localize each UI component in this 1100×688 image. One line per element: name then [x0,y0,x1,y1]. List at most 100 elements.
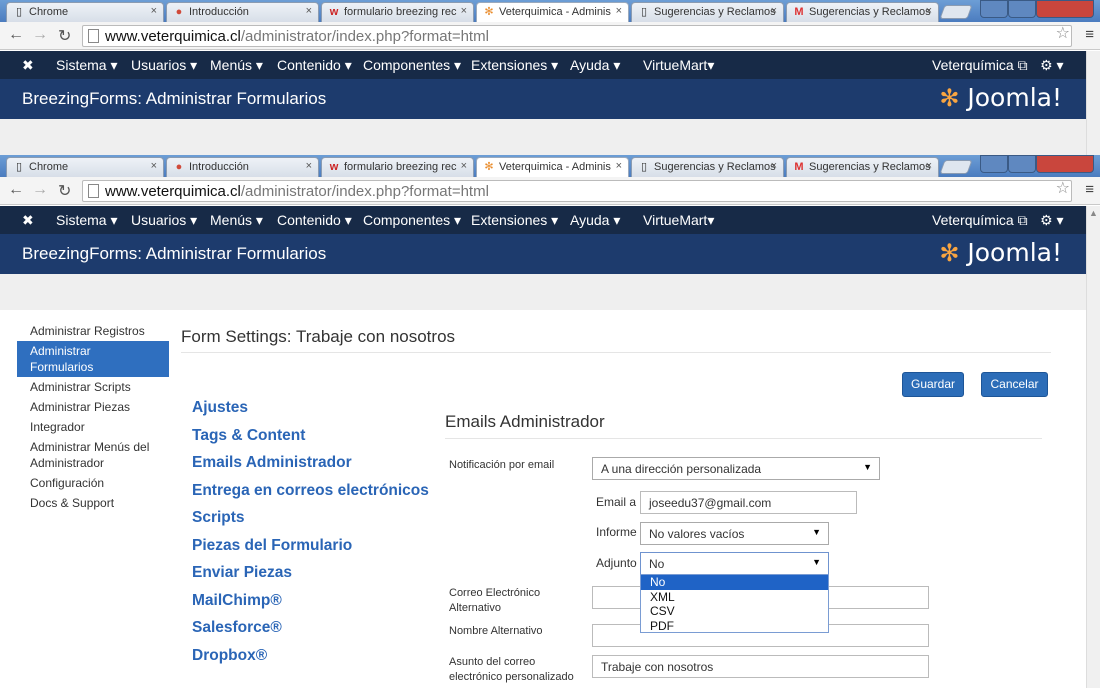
gear-icon[interactable]: ⚙ ▾ [1040,212,1063,229]
close-icon[interactable]: × [151,160,157,172]
nav-contenido[interactable]: Contenido ▾ [277,212,352,229]
close-icon[interactable]: × [306,5,312,17]
site-link[interactable]: Veterquímica ⧉ [932,212,1028,229]
attach-option-no[interactable]: No [641,575,828,590]
attach-option-pdf[interactable]: PDF [641,619,828,634]
bookmark-star-icon[interactable]: ☆ [1056,23,1070,43]
nav-extensiones[interactable]: Extensiones ▾ [471,212,558,229]
minimize-button[interactable] [980,0,1008,18]
section-salesforce[interactable]: Salesforce® [192,619,429,647]
close-icon[interactable]: × [616,5,622,17]
chrome-menu-icon[interactable]: ≡ [1085,26,1094,43]
new-tab-button[interactable] [939,160,973,174]
nav-virtuemart[interactable]: VirtueMart▾ [643,212,714,229]
reload-icon[interactable]: ↻ [58,26,71,46]
close-icon[interactable]: × [926,160,932,172]
tab-introduccion[interactable]: ● Introducción × [166,2,319,22]
scroll-up-icon[interactable]: ▲ [1089,208,1098,218]
section-scripts[interactable]: Scripts [192,509,429,537]
tab-formulario[interactable]: w formulario breezing rec × [321,157,474,177]
save-button[interactable]: Guardar [902,372,964,397]
report-select[interactable]: No valores vacíos ▼ [640,522,829,545]
tab-chrome[interactable]: ▯ Chrome × [6,2,164,22]
attach-option-csv[interactable]: CSV [641,604,828,619]
close-icon[interactable]: × [461,160,467,172]
sidebar-item-configuracion[interactable]: Configuración [17,473,169,493]
nav-contenido[interactable]: Contenido ▾ [277,57,352,74]
scrollbar[interactable] [1086,51,1100,155]
joomla-icon[interactable]: ✖ [22,57,34,74]
close-window-button[interactable] [1036,0,1094,18]
attach-select[interactable]: No ▼ [640,552,829,575]
close-icon[interactable]: × [151,5,157,17]
bookmark-star-icon[interactable]: ☆ [1056,178,1070,198]
sidebar-item-formularios[interactable]: Administrar Formularios [17,341,169,377]
attach-option-xml[interactable]: XML [641,590,828,605]
nav-menus[interactable]: Menús ▾ [210,212,263,229]
gear-icon[interactable]: ⚙ ▾ [1040,57,1063,74]
close-icon[interactable]: × [461,5,467,17]
close-window-button[interactable] [1036,155,1094,173]
close-icon[interactable]: × [306,160,312,172]
nav-ayuda[interactable]: Ayuda ▾ [570,212,620,229]
restore-button[interactable] [1008,155,1036,173]
sidebar-item-menus[interactable]: Administrar Menús del Administrador [17,437,169,473]
section-dropbox[interactable]: Dropbox® [192,647,429,675]
tab-veterquimica[interactable]: ✻ Veterquimica - Adminis × [476,2,629,22]
nav-extensiones[interactable]: Extensiones ▾ [471,57,558,74]
section-entrega[interactable]: Entrega en correos electrónicos [192,482,429,510]
cancel-button[interactable]: Cancelar [981,372,1048,397]
tab-sugerencias-1[interactable]: ▯ Sugerencias y Reclamos × [631,157,784,177]
nav-ayuda[interactable]: Ayuda ▾ [570,57,620,74]
nav-componentes[interactable]: Componentes ▾ [363,57,461,74]
close-icon[interactable]: × [771,5,777,17]
close-icon[interactable]: × [926,5,932,17]
nav-virtuemart[interactable]: VirtueMart▾ [643,57,714,74]
url-input[interactable]: www.veterquimica.cl/administrator/index.… [82,25,1072,47]
section-tags[interactable]: Tags & Content [192,427,429,455]
nav-sistema[interactable]: Sistema ▾ [56,212,118,229]
page-scrollbar[interactable]: ▲ [1086,206,1100,688]
nav-usuarios[interactable]: Usuarios ▾ [131,212,197,229]
section-enviar-piezas[interactable]: Enviar Piezas [192,564,429,592]
sidebar-item-integrador[interactable]: Integrador [17,417,169,437]
forward-arrow-icon[interactable]: → [32,181,48,199]
joomla-icon[interactable]: ✖ [22,212,34,229]
subject-field[interactable]: Trabaje con nosotros [592,655,929,678]
notify-select[interactable]: A una dirección personalizada ▼ [592,457,880,480]
nav-componentes[interactable]: Componentes ▾ [363,212,461,229]
email-field[interactable]: joseedu37@gmail.com [640,491,857,514]
site-link[interactable]: Veterquímica ⧉ [932,57,1028,74]
sidebar-item-docs[interactable]: Docs & Support [17,493,169,513]
back-arrow-icon[interactable]: ← [8,181,24,199]
tab-veterquimica[interactable]: ✻ Veterquimica - Adminis × [476,157,629,177]
section-mailchimp[interactable]: MailChimp® [192,592,429,620]
nav-usuarios[interactable]: Usuarios ▾ [131,57,197,74]
joomla-icon: ✻ [484,161,494,173]
section-emails-admin[interactable]: Emails Administrador [192,454,429,482]
reload-icon[interactable]: ↻ [58,181,71,201]
section-ajustes[interactable]: Ajustes [192,399,429,427]
tab-sugerencias-2[interactable]: M Sugerencias y Reclamos × [786,2,939,22]
chrome-menu-icon[interactable]: ≡ [1085,181,1094,198]
restore-button[interactable] [1008,0,1036,18]
close-icon[interactable]: × [616,160,622,172]
close-icon[interactable]: × [771,160,777,172]
minimize-button[interactable] [980,155,1008,173]
nav-menus[interactable]: Menús ▾ [210,57,263,74]
new-tab-button[interactable] [939,5,973,19]
nav-sistema[interactable]: Sistema ▾ [56,57,118,74]
back-arrow-icon[interactable]: ← [8,26,24,44]
tab-sugerencias-2[interactable]: M Sugerencias y Reclamos × [786,157,939,177]
sidebar-item-registros[interactable]: Administrar Registros [17,321,169,341]
tab-formulario[interactable]: w formulario breezing rec × [321,2,474,22]
tab-sugerencias-1[interactable]: ▯ Sugerencias y Reclamos × [631,2,784,22]
tab-chrome[interactable]: ▯ Chrome × [6,157,164,177]
tab-introduccion[interactable]: ● Introducción × [166,157,319,177]
sidebar-item-piezas[interactable]: Administrar Piezas [17,397,169,417]
sidebar-item-scripts[interactable]: Administrar Scripts [17,377,169,397]
section-piezas[interactable]: Piezas del Formulario [192,537,429,565]
forward-arrow-icon[interactable]: → [32,26,48,44]
subhead-band [0,274,1086,310]
url-input[interactable]: www.veterquimica.cl/administrator/index.… [82,180,1072,202]
